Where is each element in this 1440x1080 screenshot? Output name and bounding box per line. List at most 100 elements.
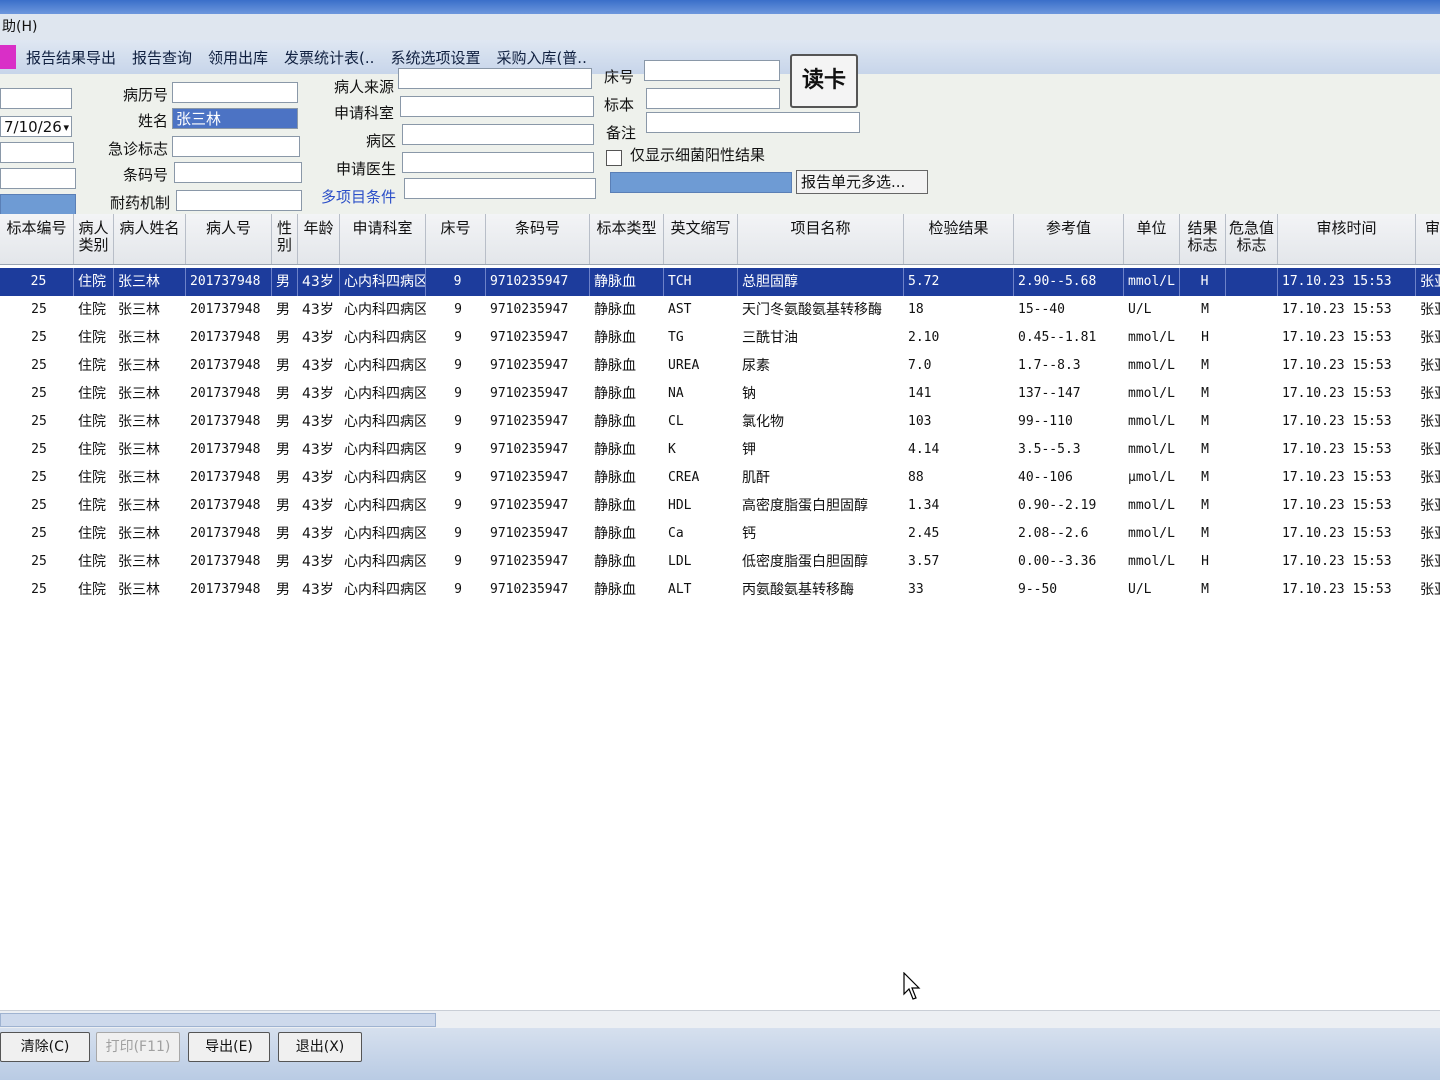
- table-cell: 住院: [78, 330, 106, 346]
- bed-no-field[interactable]: [644, 60, 780, 81]
- table-row[interactable]: 25 住院 张三林 201737948 男 43岁 心内科四病区 9 9710235947 静脉血…: [0, 380, 1440, 408]
- horizontal-scrollbar[interactable]: [0, 1010, 1440, 1029]
- column-header[interactable]: 床号: [426, 214, 486, 264]
- table-row[interactable]: 25 住院 张三林 201737948 男 43岁 心内科四病区 9 9710235947 静脉血…: [0, 268, 1440, 296]
- table-cell: 3.57: [908, 554, 940, 569]
- table-cell: 天门冬氨酸氨基转移酶: [742, 302, 882, 318]
- table-cell: 9710235947: [490, 386, 569, 401]
- table-cell: 17.10.23 15:53: [1278, 268, 1416, 296]
- date-select[interactable]: 7/10/26 ▾: [0, 116, 72, 137]
- table-row[interactable]: 25 住院 张三林 201737948 男 43岁 心内科四病区 9 9710235947 静脉血…: [0, 492, 1440, 520]
- column-header[interactable]: 项目名称: [738, 214, 904, 264]
- column-header[interactable]: 审核时间: [1278, 214, 1416, 264]
- table-cell: HDL: [668, 498, 692, 513]
- toolbar-report-export[interactable]: 报告结果导出: [26, 47, 116, 68]
- table-cell: M: [1201, 582, 1209, 597]
- toolbar-system-settings[interactable]: 系统选项设置: [390, 47, 480, 68]
- table-cell: 40--106: [1018, 470, 1073, 485]
- table-cell: mmol/L: [1128, 386, 1175, 401]
- table-cell: M: [1201, 442, 1209, 457]
- table-cell: 静脉血: [594, 470, 636, 486]
- table-cell: 住院: [78, 358, 106, 374]
- exit-button[interactable]: 退出(X): [278, 1032, 362, 1062]
- table-cell: 张亚: [1420, 330, 1440, 346]
- column-header[interactable]: 审: [1416, 214, 1440, 264]
- report-unit-multi-select-button[interactable]: 报告单元多选...: [796, 170, 928, 194]
- column-header[interactable]: 病人姓名: [114, 214, 186, 264]
- table-cell: [1226, 408, 1278, 436]
- table-row[interactable]: 25 住院 张三林 201737948 男 43岁 心内科四病区 9 9710235947 静脉血…: [0, 548, 1440, 576]
- barcode-field[interactable]: [174, 162, 302, 183]
- table-cell: 静脉血: [594, 358, 636, 374]
- menu-help[interactable]: 助(H): [0, 19, 37, 35]
- left-field-4[interactable]: [0, 168, 76, 189]
- drug-resistance-field[interactable]: [176, 190, 302, 211]
- table-cell: 18: [908, 302, 924, 317]
- table-cell: mmol/L: [1128, 414, 1175, 429]
- column-header[interactable]: 参考值: [1014, 214, 1124, 264]
- table-row[interactable]: 25 住院 张三林 201737948 男 43岁 心内科四病区 9 9710235947 静脉血…: [0, 352, 1440, 380]
- read-card-button[interactable]: 读卡: [790, 54, 858, 108]
- table-cell: 43岁: [302, 554, 334, 570]
- table-cell: 男: [276, 526, 290, 542]
- column-header[interactable]: 英文缩写: [664, 214, 738, 264]
- toolbar-report-query[interactable]: 报告查询: [132, 47, 192, 68]
- table-cell: 张三林: [118, 470, 160, 486]
- table-row[interactable]: 25 住院 张三林 201737948 男 43岁 心内科四病区 9 9710235947 静脉血…: [0, 464, 1440, 492]
- column-header[interactable]: 申请科室: [340, 214, 426, 264]
- left-field-3[interactable]: [0, 142, 74, 163]
- emergency-field[interactable]: [172, 136, 300, 157]
- table-cell: mmol/L: [1128, 526, 1175, 541]
- export-button[interactable]: 导出(E): [188, 1032, 270, 1062]
- column-header[interactable]: 检验结果: [904, 214, 1014, 264]
- multi-condition-link[interactable]: 多项目条件: [306, 186, 396, 207]
- table-cell: 201737948: [190, 414, 261, 429]
- bacteria-positive-checkbox[interactable]: [606, 150, 622, 166]
- table-row[interactable]: 25 住院 张三林 201737948 男 43岁 心内科四病区 9 9710235947 静脉血…: [0, 408, 1440, 436]
- table-cell: 9: [454, 442, 462, 457]
- request-doctor-field[interactable]: [402, 152, 594, 173]
- column-header[interactable]: 危急值标志: [1226, 214, 1278, 264]
- table-cell: [1226, 296, 1278, 324]
- column-header[interactable]: 性别: [272, 214, 298, 264]
- clear-button[interactable]: 清除(C): [0, 1032, 90, 1062]
- column-header[interactable]: 结果标志: [1180, 214, 1226, 264]
- table-cell: 5.72: [904, 268, 1014, 296]
- table-row[interactable]: 25 住院 张三林 201737948 男 43岁 心内科四病区 9 9710235947 静脉血…: [0, 324, 1440, 352]
- print-button[interactable]: 打印(F11): [96, 1032, 180, 1062]
- scrollbar-thumb[interactable]: [0, 1013, 436, 1027]
- table-cell: 心内科四病区: [344, 302, 426, 318]
- medical-record-field[interactable]: [172, 82, 298, 103]
- label-bed-no: 床号: [603, 68, 634, 86]
- table-cell: 静脉血: [594, 526, 636, 542]
- table-cell: 心内科四病区: [344, 498, 426, 514]
- toolbar-invoice-stats[interactable]: 发票统计表(..: [284, 47, 374, 68]
- column-header[interactable]: 病人号: [186, 214, 272, 264]
- specimen-field[interactable]: [646, 88, 780, 109]
- column-header[interactable]: 条码号: [486, 214, 590, 264]
- table-cell: 肌酐: [742, 470, 770, 486]
- table-row[interactable]: 25 住院 张三林 201737948 男 43岁 心内科四病区 9 9710235947 静脉血…: [0, 520, 1440, 548]
- remark-field[interactable]: [646, 112, 860, 133]
- name-field[interactable]: 张三林: [172, 108, 298, 129]
- column-header[interactable]: 年龄: [298, 214, 340, 264]
- table-cell: 17.10.23 15:53: [1282, 470, 1392, 485]
- table-cell: 201737948: [190, 386, 261, 401]
- multi-condition-field[interactable]: [404, 178, 596, 199]
- column-header[interactable]: 病人类别: [74, 214, 114, 264]
- column-header[interactable]: 单位: [1124, 214, 1180, 264]
- table-row[interactable]: 25 住院 张三林 201737948 男 43岁 心内科四病区 9 9710235947 静脉血…: [0, 296, 1440, 324]
- toolbar-stock-out[interactable]: 领用出库: [208, 47, 268, 68]
- mouse-pointer-icon: [903, 972, 921, 1000]
- column-header[interactable]: 标本编号: [0, 214, 74, 264]
- chevron-down-icon[interactable]: ▾: [63, 117, 69, 138]
- table-cell: 张亚: [1420, 358, 1440, 374]
- table-row[interactable]: 25 住院 张三林 201737948 男 43岁 心内科四病区 9 9710235947 静脉血…: [0, 576, 1440, 604]
- left-field-5[interactable]: [0, 194, 76, 215]
- toolbar-purchase-in[interactable]: 采购入库(普..: [496, 47, 586, 68]
- report-unit-field[interactable]: [610, 172, 792, 193]
- table-row[interactable]: 25 住院 张三林 201737948 男 43岁 心内科四病区 9 9710235947 静脉血…: [0, 436, 1440, 464]
- column-header[interactable]: 标本类型: [590, 214, 664, 264]
- table-cell: 0.90--2.19: [1018, 498, 1097, 513]
- specimen-no-field[interactable]: [0, 88, 72, 109]
